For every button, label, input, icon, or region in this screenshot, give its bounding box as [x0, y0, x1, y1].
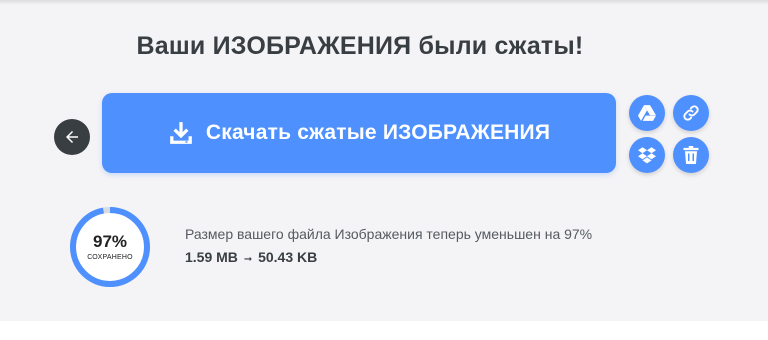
download-button-label: Скачать сжатые ИЗОБРАЖЕНИЯ: [205, 121, 551, 144]
savings-progress-ring: 97% СОХРАНЕНО: [68, 205, 152, 289]
download-icon: [168, 120, 194, 146]
arrow-left-icon: [63, 128, 81, 146]
size-arrow: ➞: [243, 254, 253, 265]
download-compressed-button[interactable]: Скачать сжатые ИЗОБРАЖЕНИЯ: [102, 93, 616, 173]
dropbox-button[interactable]: [629, 137, 665, 173]
google-drive-icon: [638, 105, 656, 121]
reduction-summary: Размер вашего файла Изображения теперь у…: [185, 226, 593, 242]
page-title: Ваши ИЗОБРАЖЕНИЯ были сжаты!: [136, 32, 584, 60]
google-drive-button[interactable]: [629, 95, 665, 131]
copy-link-button[interactable]: [673, 95, 709, 131]
back-button[interactable]: [54, 119, 90, 155]
original-size: 1.59 MB: [185, 249, 238, 265]
trash-icon: [683, 146, 699, 164]
dropbox-icon: [638, 146, 656, 164]
result-panel: Ваши ИЗОБРАЖЕНИЯ были сжаты! Скачать сжа…: [0, 0, 768, 321]
delete-button[interactable]: [673, 137, 709, 173]
size-comparison: 1.59 MB ➞ 50.43 KB: [185, 249, 317, 265]
savings-percent: 97%: [92, 232, 128, 251]
header-shadow: [0, 0, 768, 5]
savings-caption: СОХРАНЕНО: [87, 254, 133, 261]
link-icon: [682, 104, 700, 122]
compressed-size: 50.43 KB: [258, 249, 318, 265]
